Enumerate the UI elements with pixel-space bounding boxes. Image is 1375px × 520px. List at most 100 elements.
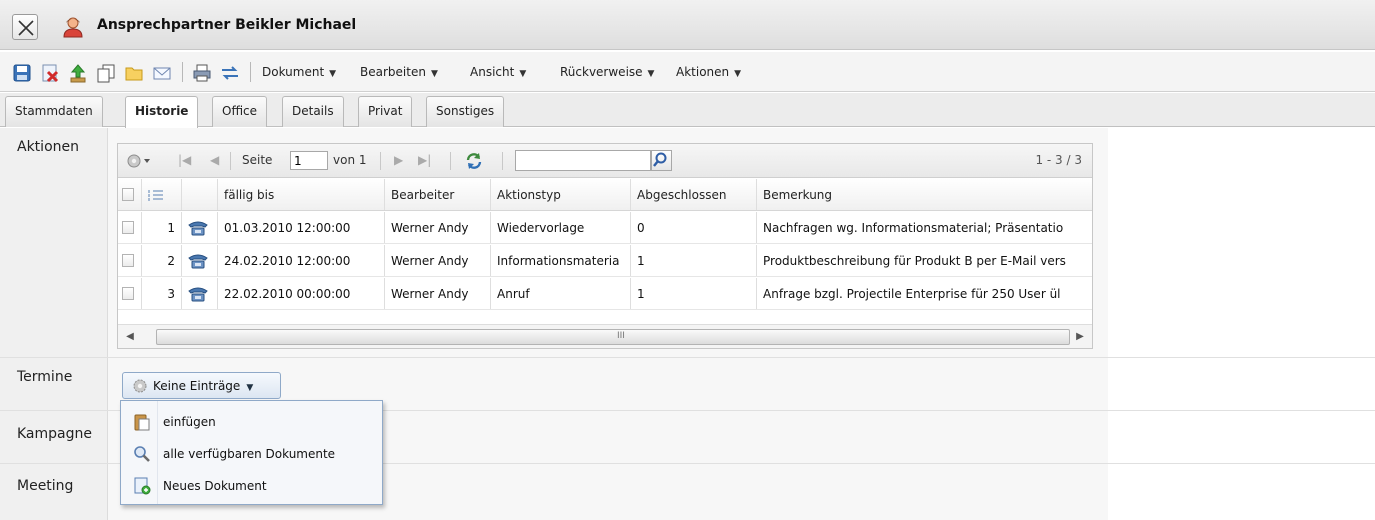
tab-sonstiges[interactable]: Sonstiges	[426, 96, 505, 127]
cell-aktionstyp: Informationsmateria	[491, 245, 631, 276]
column-header[interactable]: Aktionstyp	[491, 179, 631, 210]
page-number-input[interactable]	[290, 151, 328, 170]
contact-person-icon	[63, 17, 83, 38]
scroll-right-icon[interactable]: ▶	[1072, 329, 1088, 345]
phone-icon	[188, 287, 208, 302]
icon-column	[182, 179, 218, 210]
horizontal-scrollbar[interactable]: ◀ III ▶	[118, 324, 1092, 348]
save-icon[interactable]	[12, 63, 32, 83]
pager-separator	[502, 152, 503, 170]
column-header[interactable]: Abgeschlossen	[631, 179, 757, 210]
tab-office[interactable]: Office	[212, 96, 268, 127]
cell-aktionstyp: Wiedervorlage	[491, 212, 631, 243]
column-header[interactable]: fällig bis	[218, 179, 385, 210]
termine-dropdown-menu: einfügen alle verfügbaren Dokumente Neue…	[120, 400, 383, 505]
row-checkbox[interactable]	[122, 221, 134, 234]
first-page-icon[interactable]: |◀	[178, 153, 191, 167]
scrollbar-grip: III	[617, 331, 625, 341]
select-all-checkbox[interactable]	[122, 188, 134, 201]
tab-details[interactable]: Details	[282, 96, 344, 127]
close-button[interactable]	[12, 14, 38, 40]
phone-icon	[188, 221, 208, 236]
window-title: Ansprechpartner Beikler Michael	[97, 17, 357, 33]
row-select-cell[interactable]	[118, 245, 142, 276]
column-header[interactable]: Bemerkung	[757, 179, 1092, 210]
cell-aktionstyp: Anruf	[491, 278, 631, 309]
section-label: Kampagne	[17, 426, 92, 442]
chevron-down-icon: ▼	[734, 69, 742, 79]
menu-item-neues-dokument[interactable]: Neues Dokument	[121, 470, 382, 502]
grid-search-button[interactable]	[651, 150, 672, 171]
menu-ansicht[interactable]: Ansicht ▼	[470, 65, 526, 79]
termine-dropdown-label: Keine Einträge	[153, 379, 241, 393]
icon-cell	[182, 212, 218, 243]
row-number: 1	[142, 212, 182, 243]
search-icon	[653, 152, 667, 167]
cell-bearbeiter: Werner Andy	[385, 278, 491, 309]
icon-cell	[182, 278, 218, 309]
scroll-left-icon[interactable]: ◀	[122, 329, 138, 345]
close-icon	[18, 20, 34, 36]
upload-icon[interactable]	[68, 63, 88, 83]
print-icon[interactable]	[192, 63, 212, 83]
chevron-down-icon: ▼	[519, 69, 527, 79]
scrollbar-thumb[interactable]: III	[156, 329, 1070, 345]
list-numbered-icon	[148, 190, 163, 201]
section-label: Meeting	[17, 478, 74, 494]
page-of-label: von 1	[333, 153, 367, 167]
menu-item-alle-dokumente[interactable]: alle verfügbaren Dokumente	[121, 438, 382, 470]
cell-bemerkung: Produktbeschreibung für Produkt B per E-…	[763, 254, 1066, 268]
tab-historie[interactable]: Historie	[125, 96, 199, 128]
page-label: Seite	[242, 153, 273, 167]
menu-rueckverweise[interactable]: Rückverweise ▼	[560, 65, 654, 79]
menu-bearbeiten[interactable]: Bearbeiten ▼	[360, 65, 438, 79]
cell-bearbeiter: Werner Andy	[385, 245, 491, 276]
table-row[interactable]: 3 22.02.2010 00:00:00 Werner Andy Anruf …	[118, 278, 1092, 310]
cell-abgeschlossen: 0	[631, 212, 757, 243]
menu-dokument[interactable]: Dokument ▼	[262, 65, 336, 79]
section-label: Termine	[17, 369, 73, 385]
cell-abgeschlossen: 1	[631, 278, 757, 309]
cell-faellig: 22.02.2010 00:00:00	[218, 278, 385, 309]
menu-aktionen[interactable]: Aktionen ▼	[676, 65, 741, 79]
row-select-cell[interactable]	[118, 278, 142, 309]
refresh-icon[interactable]	[464, 151, 484, 171]
toolbar-separator	[182, 62, 183, 82]
grid-search-input[interactable]	[515, 150, 651, 171]
folder-icon[interactable]	[124, 63, 144, 83]
row-number: 2	[142, 245, 182, 276]
transfer-icon[interactable]	[220, 63, 240, 83]
cell-bemerkung: Anfrage bzgl. Projectile Enterprise für …	[763, 287, 1061, 301]
pager-toolbar: |◀ ◀ Seite von 1 ▶ ▶| 1 - 3 / 3	[118, 144, 1092, 178]
prev-page-icon[interactable]: ◀	[210, 153, 219, 167]
tab-privat[interactable]: Privat	[358, 96, 413, 127]
cell-bearbeiter: Werner Andy	[385, 212, 491, 243]
mail-icon[interactable]	[152, 63, 172, 83]
cell-faellig: 24.02.2010 12:00:00	[218, 245, 385, 276]
select-all-column[interactable]	[118, 179, 142, 210]
row-checkbox[interactable]	[122, 287, 134, 300]
tab-stammdaten[interactable]: Stammdaten	[5, 96, 103, 127]
menu-item-einfuegen[interactable]: einfügen	[121, 406, 382, 438]
column-header[interactable]: Bearbeiter	[385, 179, 491, 210]
gear-menu-icon[interactable]	[126, 152, 154, 170]
next-page-icon[interactable]: ▶	[394, 153, 403, 167]
gear-icon	[133, 379, 147, 393]
pager-separator	[230, 152, 231, 170]
cell-bemerkung: Nachfragen wg. Informationsmaterial; Prä…	[763, 221, 1064, 235]
table-row[interactable]: 1 01.03.2010 12:00:00 Werner Andy Wieder…	[118, 212, 1092, 244]
row-select-cell[interactable]	[118, 212, 142, 243]
row-checkbox[interactable]	[122, 254, 134, 267]
magnifier-icon	[134, 446, 150, 462]
toolbar: Dokument ▼ Bearbeiten ▼ Ansicht ▼ Rückverwe…	[0, 52, 1375, 92]
pager-separator	[450, 152, 451, 170]
last-page-icon[interactable]: ▶|	[418, 153, 431, 167]
termine-dropdown-button[interactable]: Keine Einträge ▼	[122, 372, 281, 399]
cell-abgeschlossen: 1	[631, 245, 757, 276]
chevron-down-icon: ▼	[430, 69, 438, 79]
title-bar: Ansprechpartner Beikler Michael	[0, 0, 1375, 50]
section-label: Aktionen	[17, 139, 79, 155]
copy-icon[interactable]	[96, 63, 116, 83]
delete-icon[interactable]	[40, 63, 60, 83]
table-row[interactable]: 2 24.02.2010 12:00:00 Werner Andy Inform…	[118, 245, 1092, 277]
